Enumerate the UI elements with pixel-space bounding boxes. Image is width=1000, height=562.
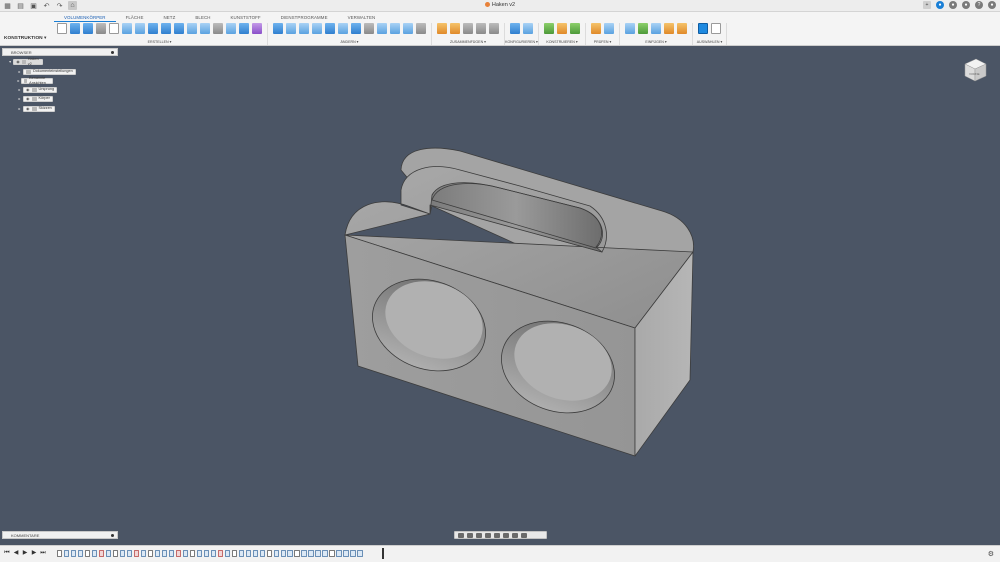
timeline-extrude-icon[interactable] <box>273 550 279 557</box>
timeline: ⏮ ◀ ▶ ▶ ⏭ ⚙ <box>0 545 1000 562</box>
timeline-sketch-icon[interactable] <box>189 550 196 557</box>
timeline-extrude-icon[interactable] <box>357 550 363 557</box>
timeline-sketch-icon[interactable] <box>57 550 63 557</box>
pan-icon[interactable] <box>476 532 482 538</box>
go-to-start-icon[interactable]: ⏮ <box>4 550 10 557</box>
timeline-extrude-icon[interactable] <box>315 550 321 557</box>
timeline-extrude-icon[interactable] <box>280 550 286 557</box>
zoom-icon[interactable] <box>485 532 491 538</box>
timeline-sketch-icon[interactable] <box>84 550 91 557</box>
timeline-extrude-icon[interactable] <box>350 550 356 557</box>
timeline-sketch-icon[interactable] <box>231 550 237 557</box>
display-settings-icon[interactable] <box>503 532 509 538</box>
timeline-sketch-icon[interactable] <box>112 550 119 557</box>
timeline-extrude-icon[interactable] <box>196 550 203 557</box>
timeline-extrude-icon[interactable] <box>224 550 231 557</box>
viewcube-face-label: VORNE <box>969 72 980 76</box>
timeline-extrude-icon[interactable] <box>77 550 84 557</box>
timeline-fillet-icon[interactable] <box>217 550 224 557</box>
timeline-extrude-icon[interactable] <box>308 550 314 557</box>
timeline-marker[interactable] <box>382 548 384 559</box>
step-forward-icon[interactable]: ▶ <box>31 550 37 557</box>
timeline-extrude-icon[interactable] <box>154 550 161 557</box>
navigation-bar <box>454 531 547 539</box>
timeline-extrude-icon[interactable] <box>161 550 168 557</box>
timeline-settings-icon[interactable]: ⚙ <box>988 550 994 558</box>
timeline-extrude-icon[interactable] <box>182 550 189 557</box>
timeline-extrude-icon[interactable] <box>63 550 70 557</box>
timeline-extrude-icon[interactable] <box>70 550 77 557</box>
viewports-icon[interactable] <box>521 532 527 538</box>
timeline-fillet-icon[interactable] <box>98 550 105 557</box>
timeline-extrude-icon[interactable] <box>91 550 98 557</box>
timeline-extrude-icon[interactable] <box>210 550 217 557</box>
fit-icon[interactable] <box>494 532 500 538</box>
timeline-extrude-icon[interactable] <box>140 550 147 557</box>
timeline-extrude-icon[interactable] <box>343 550 349 557</box>
timeline-extrude-icon[interactable] <box>119 550 126 557</box>
go-to-end-icon[interactable]: ⏭ <box>40 550 46 557</box>
timeline-extrude-icon[interactable] <box>301 550 307 557</box>
orbit-icon[interactable] <box>458 532 464 538</box>
timeline-extrude-icon[interactable] <box>259 550 265 557</box>
play-icon[interactable]: ▶ <box>22 550 28 557</box>
timeline-features <box>57 550 363 557</box>
timeline-extrude-icon[interactable] <box>336 550 342 557</box>
part-haken[interactable] <box>344 147 694 457</box>
timeline-extrude-icon[interactable] <box>245 550 251 557</box>
comments-title: KOMMENTARE <box>11 533 40 538</box>
timeline-extrude-icon[interactable] <box>287 550 293 557</box>
timeline-fillet-icon[interactable] <box>133 550 140 557</box>
grid-icon[interactable] <box>512 532 518 538</box>
timeline-extrude-icon[interactable] <box>238 550 244 557</box>
panel-pin-icon[interactable] <box>111 534 114 537</box>
timeline-extrude-icon[interactable] <box>203 550 210 557</box>
timeline-extrude-icon[interactable] <box>126 550 133 557</box>
step-back-icon[interactable]: ◀ <box>13 550 19 557</box>
viewcube[interactable]: VORNE <box>962 56 988 84</box>
timeline-sketch-icon[interactable] <box>294 550 300 557</box>
timeline-sketch-icon[interactable] <box>266 550 272 557</box>
timeline-sketch-icon[interactable] <box>329 550 335 557</box>
timeline-extrude-icon[interactable] <box>105 550 112 557</box>
comments-panel-header[interactable]: KOMMENTARE <box>2 531 118 539</box>
look-at-icon[interactable] <box>467 532 473 538</box>
model-viewport[interactable] <box>0 0 1000 562</box>
timeline-extrude-icon[interactable] <box>168 550 175 557</box>
timeline-sketch-icon[interactable] <box>147 550 154 557</box>
timeline-fillet-icon[interactable] <box>175 550 182 557</box>
timeline-extrude-icon[interactable] <box>322 550 328 557</box>
timeline-playback-controls: ⏮ ◀ ▶ ▶ ⏭ <box>4 550 46 557</box>
timeline-extrude-icon[interactable] <box>252 550 258 557</box>
